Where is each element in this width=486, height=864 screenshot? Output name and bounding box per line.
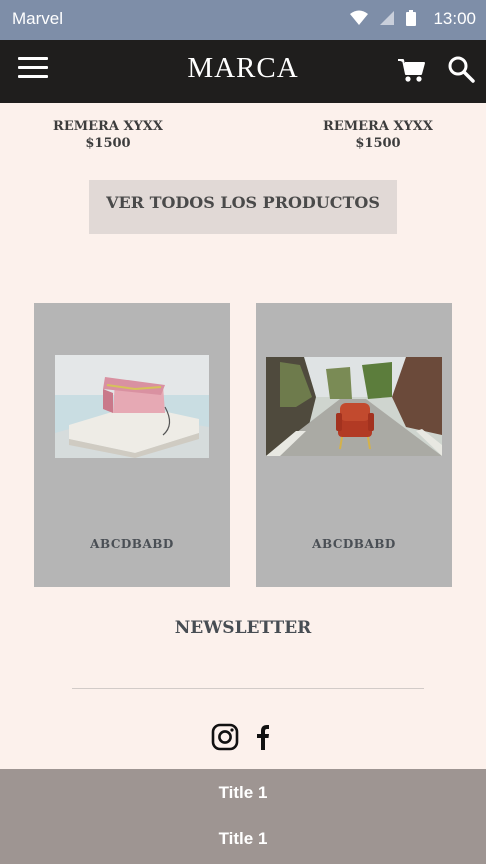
- newsletter-heading[interactable]: NEWSLETTER: [0, 618, 486, 638]
- product-name: REMERA XYXX: [53, 119, 163, 134]
- search-icon[interactable]: [447, 55, 475, 83]
- footer-title-2[interactable]: Title 1: [0, 829, 486, 849]
- armchair-street-image: [266, 357, 442, 456]
- status-bar: Marvel 13:00: [0, 0, 486, 40]
- product-item-2[interactable]: REMERA XYXX $1500: [303, 118, 453, 152]
- card-label: ABCDBABD: [90, 537, 174, 551]
- status-icons: [350, 10, 416, 26]
- category-card-1[interactable]: ABCDBABD: [34, 303, 230, 587]
- view-all-products-button[interactable]: VER TODOS LOS PRODUCTOS: [89, 180, 397, 234]
- card-label: ABCDBABD: [312, 537, 396, 551]
- wifi-icon: [350, 10, 368, 25]
- status-time: 13:00: [433, 9, 476, 28]
- handbag-image: [55, 355, 209, 458]
- divider: [72, 688, 424, 689]
- category-card-2[interactable]: ABCDBABD: [256, 303, 452, 587]
- product-item-1[interactable]: REMERA XYXX $1500: [33, 118, 183, 152]
- battery-icon: [406, 10, 416, 26]
- product-price: $1500: [85, 136, 131, 151]
- facebook-icon[interactable]: [248, 722, 278, 752]
- signal-icon: [380, 11, 394, 25]
- top-nav-bar: MARCA: [0, 40, 486, 103]
- cart-icon[interactable]: [396, 55, 426, 85]
- product-name: REMERA XYXX: [323, 119, 433, 134]
- footer: Title 1 Title 1: [0, 769, 486, 864]
- product-price: $1500: [355, 136, 401, 151]
- instagram-icon[interactable]: [210, 722, 240, 752]
- carrier-name: Marvel: [12, 9, 64, 28]
- footer-title-1[interactable]: Title 1: [0, 783, 486, 803]
